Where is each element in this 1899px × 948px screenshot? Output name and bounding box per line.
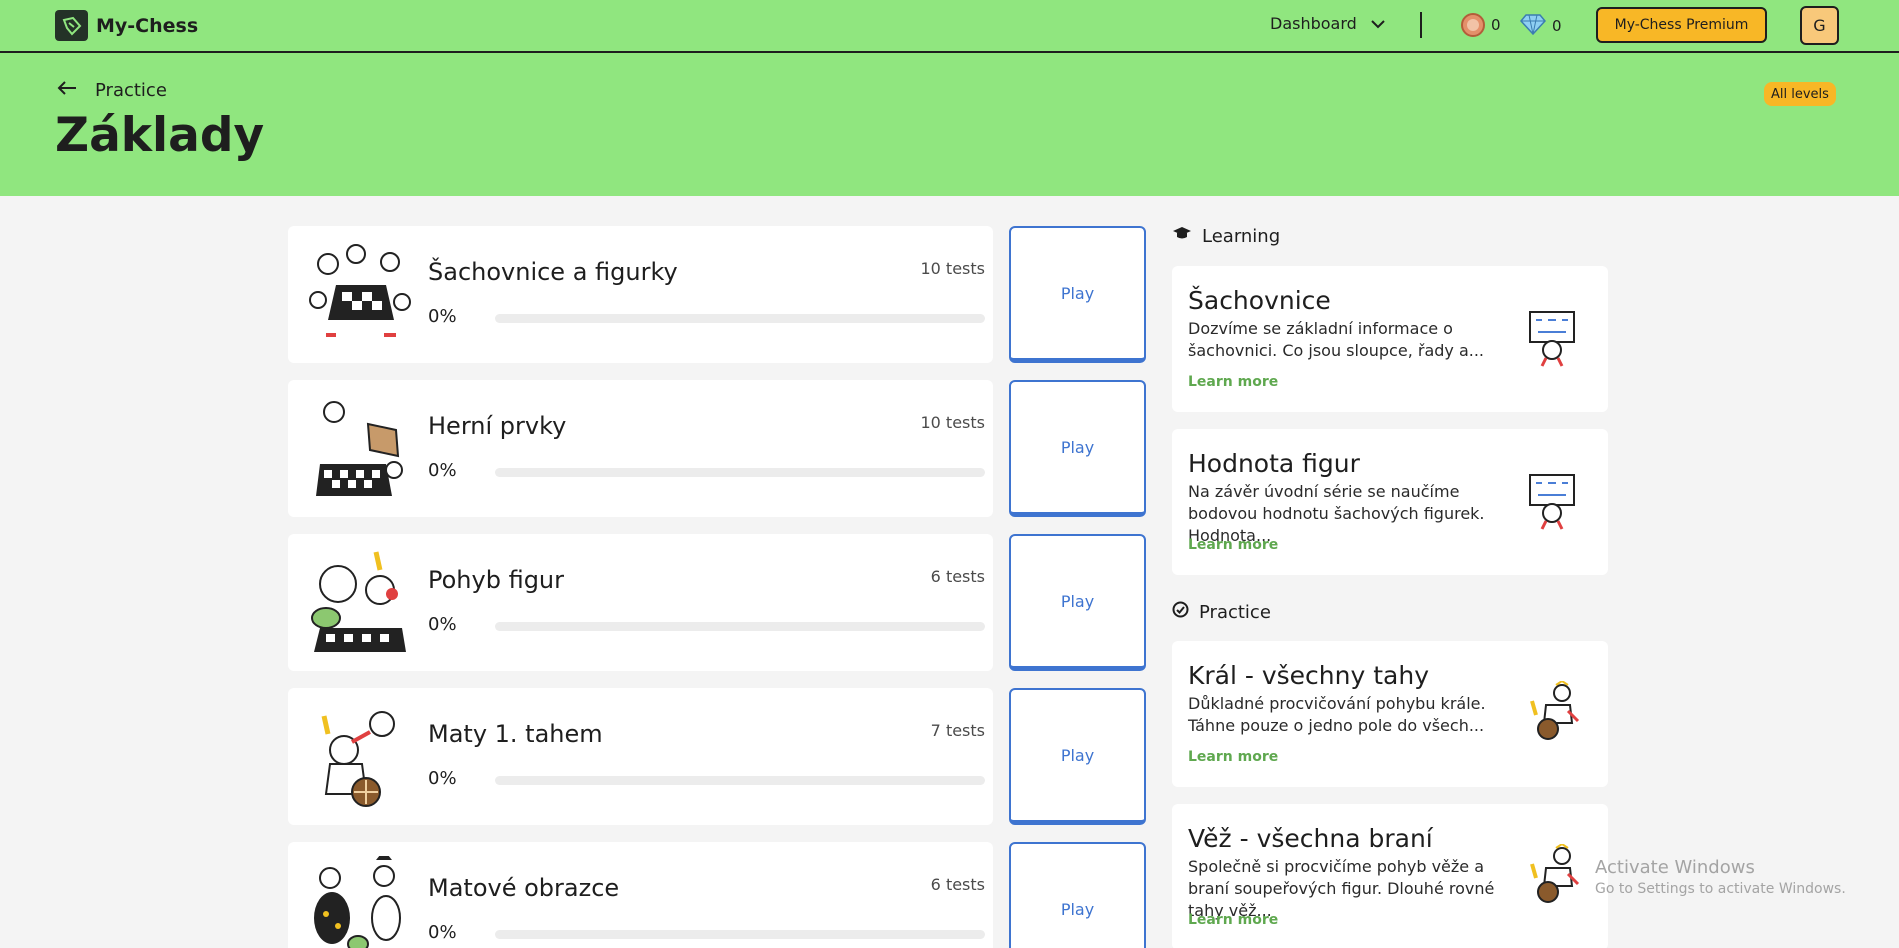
practice-card-description: Důkladné procvičování pohybu krále. Táhn… [1188, 694, 1486, 735]
diamond-icon [1520, 13, 1546, 39]
chevron-down-icon [1371, 14, 1385, 33]
game-elements-illustration [316, 401, 403, 496]
lesson-card[interactable]: Herní prvky 10 tests 0% [288, 380, 993, 517]
top-navbar: My-Chess Dashboard 0 0 My-Chess Premium … [0, 0, 1899, 53]
lesson-progress-text: 0% [428, 922, 457, 943]
lesson-progress-text: 0% [428, 460, 457, 481]
lesson-test-count: 10 tests [920, 413, 985, 432]
play-button[interactable]: Play [1009, 688, 1146, 825]
learning-heading-text: Learning [1202, 226, 1281, 247]
all-levels-badge[interactable]: All levels [1764, 82, 1836, 106]
graduation-cap-icon [1172, 226, 1192, 247]
mate-patterns-illustration [314, 856, 401, 948]
lesson-card[interactable]: Šachovnice a figurky 10 tests 0% [288, 226, 993, 363]
practice-card[interactable]: Věž - všechna braní Společně si procvičí… [1172, 804, 1608, 948]
gems-value: 0 [1552, 17, 1562, 35]
lesson-card[interactable]: Pohyb figur 6 tests 0% [288, 534, 993, 671]
lesson-title: Pohyb figur [428, 566, 565, 594]
lesson-progress-text: 0% [428, 306, 457, 327]
practice-card-title: Věž - všechna braní [1188, 824, 1433, 853]
learn-more-link[interactable]: Learn more [1188, 537, 1278, 553]
lesson-test-count: 6 tests [930, 567, 985, 586]
lesson-title: Maty 1. tahem [428, 720, 603, 748]
page-header [0, 53, 1899, 196]
premium-button[interactable]: My-Chess Premium [1596, 7, 1767, 43]
lesson-test-count: 6 tests [930, 875, 985, 894]
dashboard-dropdown[interactable]: Dashboard [1270, 14, 1385, 33]
piece-movement-illustration [311, 551, 406, 652]
check-circle-icon [1172, 601, 1189, 623]
king-moves-illustration [1530, 681, 1580, 740]
practice-card-title: Král - všechny tahy [1188, 661, 1429, 690]
watermark-title: Activate Windows [1595, 857, 1755, 878]
lesson-title: Šachovnice a figurky [428, 258, 678, 286]
lesson-test-count: 10 tests [920, 259, 985, 278]
lesson-progress-bar [495, 930, 985, 939]
lesson-progress-bar [495, 468, 985, 477]
lesson-progress-bar [495, 622, 985, 631]
gems-counter[interactable]: 0 [1520, 13, 1562, 39]
learning-card-title: Šachovnice [1188, 286, 1331, 315]
lesson-test-count: 7 tests [930, 721, 985, 740]
lesson-progress-bar [495, 314, 985, 323]
dashboard-label: Dashboard [1270, 14, 1357, 33]
learning-card[interactable]: Hodnota figur Na závěr úvodní série se n… [1172, 429, 1608, 575]
lesson-title: Matové obrazce [428, 874, 620, 902]
lesson-card[interactable]: Matové obrazce 6 tests 0% [288, 842, 993, 948]
learn-more-link[interactable]: Learn more [1188, 749, 1278, 765]
play-button[interactable]: Play [1009, 380, 1146, 517]
learn-more-link[interactable]: Learn more [1188, 374, 1278, 390]
practice-section-heading: Practice [1172, 601, 1271, 623]
lesson-progress-text: 0% [428, 768, 457, 789]
lesson-title: Herní prvky [428, 412, 567, 440]
practice-heading-text: Practice [1199, 601, 1271, 623]
windows-activation-watermark: Activate Windows Go to Settings to activ… [1595, 857, 1846, 897]
mate-in-one-illustration [321, 711, 395, 807]
play-button[interactable]: Play [1009, 842, 1146, 948]
piece-value-illustration [1529, 474, 1575, 530]
coin-icon [1461, 13, 1485, 37]
learn-more-link[interactable]: Learn more [1188, 912, 1278, 928]
learning-card[interactable]: Šachovnice Dozvíme se základní informace… [1172, 266, 1608, 412]
lesson-progress-text: 0% [428, 614, 457, 635]
app-logo[interactable]: My-Chess [55, 10, 198, 41]
coins-counter[interactable]: 0 [1461, 13, 1501, 37]
watermark-subtitle: Go to Settings to activate Windows. [1595, 881, 1846, 897]
chess-pieces-illustration [309, 244, 411, 337]
lesson-progress-bar [495, 776, 985, 785]
arrow-left-icon [57, 80, 77, 101]
page-title: Základy [55, 108, 265, 163]
back-link[interactable]: Practice [57, 80, 167, 101]
learning-card-description: Dozvíme se základní informace o šachovni… [1188, 319, 1485, 360]
coins-value: 0 [1491, 16, 1501, 34]
logo-icon [55, 10, 88, 41]
learning-section-heading: Learning [1172, 226, 1280, 247]
practice-card[interactable]: Král - všechny tahy Důkladné procvičován… [1172, 641, 1608, 787]
nav-divider [1420, 12, 1422, 38]
rook-captures-illustration [1530, 844, 1580, 903]
lesson-card[interactable]: Maty 1. tahem 7 tests 0% [288, 688, 993, 825]
user-avatar[interactable]: G [1800, 6, 1839, 45]
back-label: Practice [95, 80, 167, 101]
board-lesson-illustration [1529, 311, 1575, 367]
play-button[interactable]: Play [1009, 534, 1146, 671]
app-name: My-Chess [96, 14, 199, 37]
learning-card-title: Hodnota figur [1188, 449, 1360, 478]
play-button[interactable]: Play [1009, 226, 1146, 363]
